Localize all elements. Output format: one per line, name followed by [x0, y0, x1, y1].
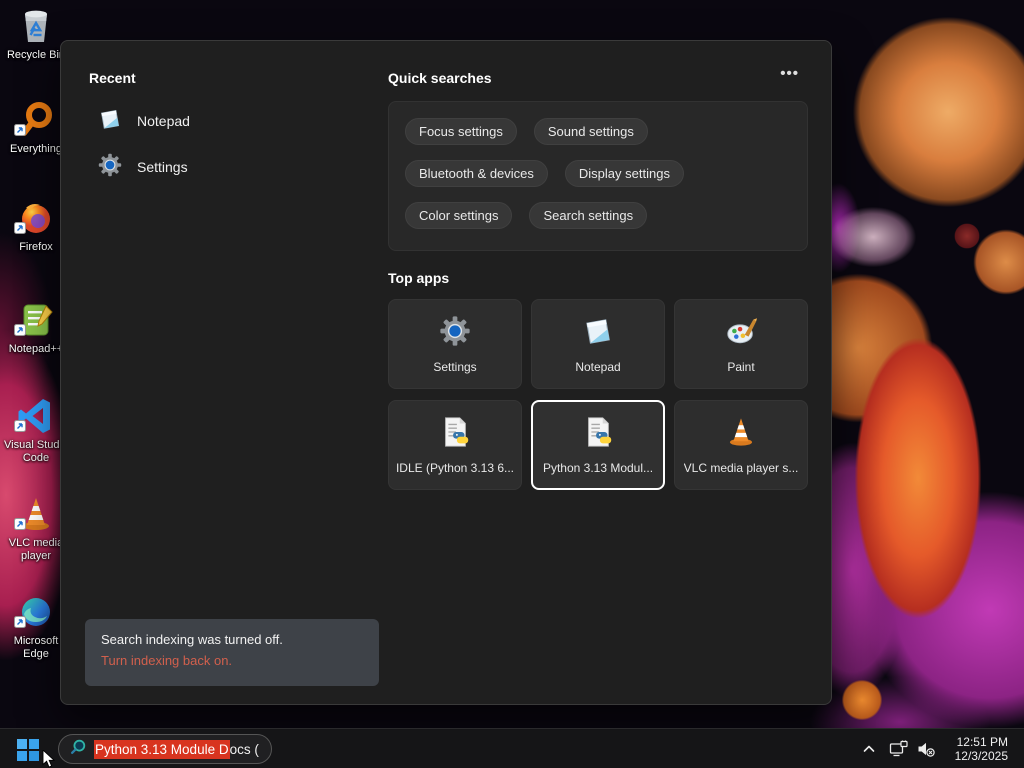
- quick-search-pill[interactable]: Color settings: [405, 202, 513, 229]
- tile-label: Paint: [727, 360, 755, 374]
- recent-header: Recent: [89, 70, 136, 86]
- search-query-rest: ocs (: [229, 741, 259, 757]
- recent-item-label: Notepad: [137, 113, 190, 129]
- desktop-icon-label: Everything: [10, 143, 62, 155]
- tile-settings[interactable]: Settings: [388, 299, 522, 389]
- notepadpp-icon: [14, 300, 56, 341]
- top-apps-header: Top apps: [388, 270, 450, 286]
- tile-label: Notepad: [575, 360, 621, 374]
- python-document-icon: [438, 415, 472, 454]
- notepad-icon: [97, 106, 123, 137]
- vlc-icon: [14, 494, 56, 535]
- turn-indexing-on-link[interactable]: Turn indexing back on.: [101, 653, 363, 668]
- desktop-icon-label: Recycle Bin: [6, 49, 66, 61]
- desktop-icon-label: Firefox: [19, 241, 53, 253]
- quick-search-pill[interactable]: Display settings: [564, 160, 684, 187]
- desktop-icon-firefox[interactable]: Firefox: [4, 198, 68, 254]
- taskbar: Python 3.13 Module Docs ( 12:51 PM 12/3/…: [0, 728, 1024, 768]
- shortcut-arrow-icon: [14, 419, 26, 437]
- tray-network-icon[interactable]: [889, 740, 909, 763]
- search-query-selected: Python 3.13 Module D: [94, 739, 230, 759]
- gear-icon: [438, 314, 472, 353]
- mouse-cursor: [42, 748, 58, 768]
- tray-chevron-up-icon[interactable]: [860, 740, 878, 763]
- taskbar-search-input[interactable]: Python 3.13 Module Docs (: [58, 734, 272, 764]
- recycle-bin-icon: [16, 6, 56, 46]
- edge-icon: [14, 592, 56, 633]
- desktop-icon-recycle-bin[interactable]: Recycle Bin: [4, 6, 68, 62]
- shortcut-arrow-icon: [14, 517, 26, 535]
- desktop-icon-label: Notepad++: [8, 343, 64, 355]
- tile-label: IDLE (Python 3.13 6...: [395, 461, 515, 475]
- quick-searches-header: Quick searches: [388, 70, 492, 86]
- tray-volume-muted-icon[interactable]: [916, 740, 936, 763]
- search-icon: [69, 738, 87, 761]
- tray-clock[interactable]: 12:51 PM 12/3/2025: [955, 735, 1008, 763]
- desktop-icon-vlc[interactable]: VLC media player: [4, 494, 68, 563]
- tile-label: Python 3.13 Modul...: [542, 461, 654, 475]
- recent-item-notepad[interactable]: Notepad: [91, 101, 381, 141]
- top-apps-grid: Settings Notepad Paint IDLE (Python 3.13…: [388, 299, 808, 490]
- tile-paint[interactable]: Paint: [674, 299, 808, 389]
- desktop-icon-vscode[interactable]: Visual Studio Code: [4, 396, 68, 465]
- desktop-icon-edge[interactable]: Microsoft Edge: [4, 592, 68, 661]
- tile-label: VLC media player s...: [683, 461, 799, 475]
- tile-label: Settings: [433, 360, 477, 374]
- desktop: Recycle Bin Everything Firefox Notepad++…: [0, 0, 1024, 768]
- recent-item-settings[interactable]: Settings: [91, 147, 381, 187]
- search-panel: Recent Notepad Settings Quick searches •…: [60, 40, 832, 705]
- desktop-icon-label: Visual Studio Code: [4, 439, 69, 464]
- quick-search-pill[interactable]: Search settings: [529, 202, 648, 229]
- paint-palette-icon: [724, 314, 758, 353]
- quick-search-pill[interactable]: Sound settings: [533, 118, 648, 145]
- start-button[interactable]: [16, 738, 40, 762]
- clock-date: 12/3/2025: [954, 749, 1008, 763]
- desktop-icon-everything[interactable]: Everything: [4, 100, 68, 156]
- tile-notepad[interactable]: Notepad: [531, 299, 665, 389]
- desktop-icon-label: VLC media player: [8, 537, 64, 562]
- recent-item-label: Settings: [137, 159, 188, 175]
- windows-logo-icon: [17, 739, 39, 761]
- quick-search-pill[interactable]: Focus settings: [405, 118, 517, 145]
- indexing-notice-text: Search indexing was turned off.: [101, 632, 283, 647]
- vscode-icon: [14, 396, 56, 437]
- python-document-icon: [581, 415, 615, 454]
- firefox-icon: [14, 198, 56, 239]
- indexing-notice: Search indexing was turned off. Turn ind…: [85, 619, 379, 686]
- tile-vlc[interactable]: VLC media player s...: [674, 400, 808, 490]
- quick-searches-card: Focus settings Sound settings Bluetooth …: [388, 101, 808, 251]
- gear-icon: [97, 152, 123, 183]
- desktop-icon-notepad-plus-plus[interactable]: Notepad++: [4, 300, 68, 356]
- vlc-cone-icon: [724, 415, 758, 454]
- shortcut-arrow-icon: [14, 323, 26, 341]
- quick-search-pill[interactable]: Bluetooth & devices: [405, 160, 548, 187]
- shortcut-arrow-icon: [14, 123, 26, 141]
- more-options-button[interactable]: •••: [780, 65, 799, 82]
- clock-time: 12:51 PM: [956, 735, 1008, 749]
- tile-idle-python[interactable]: IDLE (Python 3.13 6...: [388, 400, 522, 490]
- shortcut-arrow-icon: [14, 615, 26, 633]
- notepad-icon: [581, 314, 615, 353]
- desktop-icon-label: Microsoft Edge: [13, 635, 59, 660]
- everything-icon: [14, 100, 56, 141]
- shortcut-arrow-icon: [14, 221, 26, 239]
- search-query-text: Python 3.13 Module Docs (: [94, 739, 259, 759]
- tile-python-module-docs[interactable]: Python 3.13 Modul...: [531, 400, 665, 490]
